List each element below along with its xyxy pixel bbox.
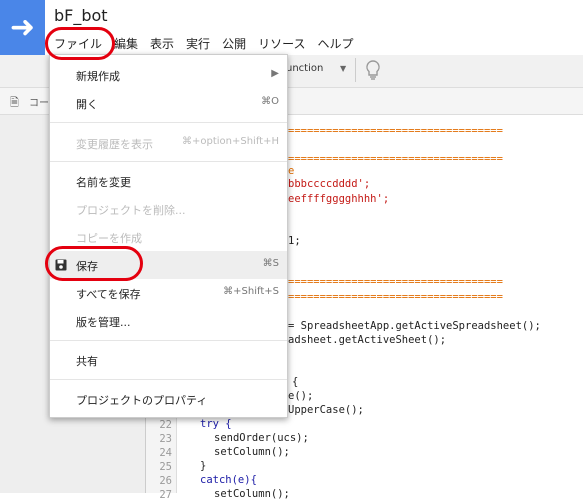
menu-item-label: コピーを作成 [76, 232, 142, 245]
menu-divider [50, 340, 287, 341]
highlight-circle-save [45, 246, 143, 281]
menu-item-open[interactable]: 開く ⌘O [50, 89, 287, 117]
highlight-circle-file-menu [45, 27, 115, 60]
line-number: 25 [159, 461, 172, 473]
shortcut-label: ⌘O [261, 96, 279, 107]
menu-item-label: 新規作成 [76, 70, 120, 83]
shortcut-label: ⌘S [262, 258, 279, 269]
menu-resources[interactable]: リソース [252, 35, 311, 52]
line-number: 24 [159, 447, 172, 459]
menu-item-label: 版を管理... [76, 316, 131, 329]
file-menu-dropdown: 新規作成 ▶ 開く ⌘O 変更履歴を表示 ⌘+option+Shift+H 名前… [49, 54, 288, 418]
menu-item-label: すべてを保存 [76, 288, 141, 301]
project-title[interactable]: bF_bot [54, 6, 108, 25]
code-line: UpperCase(); [288, 404, 364, 416]
menu-publish[interactable]: 公開 [216, 35, 252, 52]
menu-view[interactable]: 表示 [144, 35, 180, 52]
line-number: 26 [159, 475, 172, 487]
menu-item-delete[interactable]: プロジェクトを削除... [50, 195, 287, 223]
code-line: catch(e){ [200, 474, 257, 486]
code-line: sendOrder(ucs); [214, 432, 309, 444]
menu-divider [50, 379, 287, 380]
lightbulb-icon[interactable] [364, 58, 382, 82]
code-line: bbbccccdddd'; [288, 178, 371, 190]
menu-item-properties[interactable]: プロジェクトのプロパティ [50, 385, 287, 413]
code-line: e(); [288, 390, 314, 402]
code-line: setColumn(); [214, 446, 290, 458]
menu-divider [50, 161, 287, 162]
line-number: 23 [159, 433, 172, 445]
code-line: 1; [288, 235, 301, 247]
menu-item-new[interactable]: 新規作成 ▶ [50, 61, 287, 89]
menu-item-label: 変更履歴を表示 [76, 138, 153, 151]
code-line: ================================== [288, 153, 503, 165]
code-line: ================================== [288, 291, 503, 303]
apps-script-logo[interactable]: ➜ [0, 0, 45, 55]
function-select[interactable]: unction [286, 63, 323, 74]
code-line: } [200, 460, 207, 472]
menu-item-label: 名前を変更 [76, 176, 131, 189]
code-line: setColumn(); [214, 488, 290, 500]
menu-item-rename[interactable]: 名前を変更 [50, 167, 287, 195]
file-tab[interactable]: コー [29, 94, 49, 109]
menu-item-label: 共有 [76, 355, 98, 368]
code-line: { [292, 376, 299, 388]
document-icon: 🗎 [10, 96, 19, 109]
shortcut-label: ⌘+option+Shift+H [181, 136, 279, 147]
submenu-arrow-icon: ▶ [271, 68, 279, 79]
menu-item-share[interactable]: 共有 [50, 346, 287, 374]
code-line: e [288, 165, 295, 177]
toolbar-divider [355, 58, 356, 82]
code-line: ================================== [288, 125, 503, 137]
menu-item-label: プロジェクトを削除... [76, 204, 186, 217]
arrow-right-icon: ➜ [9, 10, 36, 45]
code-line: ================================== [288, 276, 503, 288]
menu-help[interactable]: ヘルプ [311, 35, 359, 52]
menu-divider [50, 122, 287, 123]
code-line: = SpreadsheetApp.getActiveSpreadsheet(); [288, 320, 541, 332]
menu-item-history[interactable]: 変更履歴を表示 ⌘+option+Shift+H [50, 129, 287, 157]
menu-item-label: 開く [76, 98, 98, 111]
shortcut-label: ⌘+Shift+S [223, 286, 279, 297]
line-number: 27 [159, 489, 172, 501]
code-line: eeffffgggghhhh'; [288, 193, 390, 205]
chevron-down-icon[interactable]: ▼ [340, 64, 346, 73]
line-number: 22 [159, 419, 172, 431]
code-line: try { [200, 418, 232, 430]
code-line: adsheet.getActiveSheet(); [288, 334, 447, 346]
menu-run[interactable]: 実行 [180, 35, 216, 52]
menu-item-save-all[interactable]: すべてを保存 ⌘+Shift+S [50, 279, 287, 307]
menu-item-label: プロジェクトのプロパティ [76, 394, 208, 407]
menu-item-versions[interactable]: 版を管理... [50, 307, 287, 335]
